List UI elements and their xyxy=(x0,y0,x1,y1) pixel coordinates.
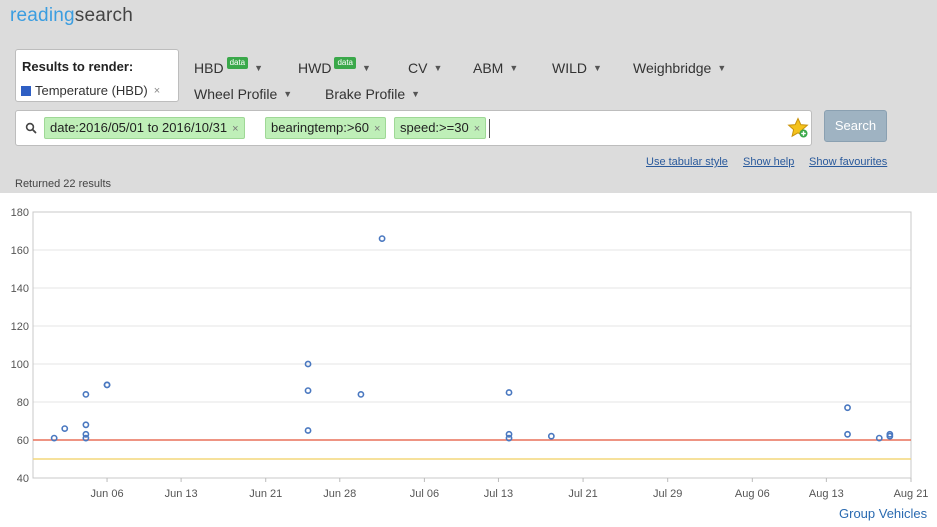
chevron-down-icon: ▼ xyxy=(362,63,371,73)
header-panel: readingsearch Results to render: Tempera… xyxy=(0,0,937,193)
y-tick-label: 60 xyxy=(17,435,29,447)
group-vehicles-link[interactable]: Group Vehicles xyxy=(839,506,927,521)
x-tick-label: Jun 28 xyxy=(323,488,356,500)
search-tag-speed[interactable]: speed:>=30 × xyxy=(394,117,487,139)
y-tick-label: 80 xyxy=(17,397,29,409)
search-tag-date[interactable]: date:2016/05/01 to 2016/10/31 × xyxy=(44,117,245,139)
data-point xyxy=(103,381,111,389)
plot-frame xyxy=(32,211,912,479)
menu-hbd[interactable]: HBD data ▼ xyxy=(194,57,264,76)
x-tick-label: Jul 13 xyxy=(484,488,513,500)
menu-wild[interactable]: WILD ▼ xyxy=(552,60,602,76)
data-point xyxy=(875,434,883,442)
menu-cv[interactable]: CV ▼ xyxy=(408,60,442,76)
use-tabular-style-link[interactable]: Use tabular style xyxy=(646,156,728,168)
data-point xyxy=(50,434,58,442)
x-tick-label: Jul 21 xyxy=(568,488,597,500)
chevron-down-icon: ▼ xyxy=(433,63,443,73)
render-item-label: Temperature (HBD) xyxy=(35,83,148,98)
data-point xyxy=(547,432,555,440)
x-tick-label: Jun 21 xyxy=(249,488,282,500)
menu-weighbridge[interactable]: Weighbridge ▼ xyxy=(633,60,726,76)
remove-tag-icon[interactable]: × xyxy=(374,123,380,135)
logo-text-part2: search xyxy=(74,5,134,26)
data-point xyxy=(82,434,90,442)
chevron-down-icon: ▼ xyxy=(254,63,264,73)
x-tick-label: Aug 13 xyxy=(809,488,844,500)
chevron-down-icon: ▼ xyxy=(411,89,421,99)
data-point xyxy=(505,389,513,396)
remove-render-item-icon[interactable]: × xyxy=(154,85,160,97)
results-to-render-box: Results to render: Temperature (HBD) × xyxy=(15,49,179,102)
show-favourites-link[interactable]: Show favourites xyxy=(809,156,887,168)
render-item-temperature: Temperature (HBD) × xyxy=(21,83,160,98)
x-tick-label: Jul 06 xyxy=(410,488,439,500)
data-point xyxy=(505,434,513,442)
data-point xyxy=(82,390,90,398)
y-tick-label: 160 xyxy=(11,245,29,257)
search-bar[interactable]: date:2016/05/01 to 2016/10/31 × bearingte… xyxy=(15,110,812,146)
app-logo[interactable]: readingsearch xyxy=(10,5,133,27)
menu-wheel-profile[interactable]: Wheel Profile ▼ xyxy=(194,86,292,102)
data-badge: data xyxy=(334,57,357,69)
logo-text-part1: reading xyxy=(10,5,75,26)
search-tag-bearingtemp[interactable]: bearingtemp:>60 × xyxy=(265,117,387,139)
chevron-down-icon: ▼ xyxy=(593,63,602,73)
series-color-swatch xyxy=(21,85,31,96)
render-box-title: Results to render: xyxy=(22,59,134,74)
results-count: Returned 22 results xyxy=(15,178,111,190)
x-tick-label: Aug 06 xyxy=(735,488,770,500)
search-icon xyxy=(25,122,37,134)
x-tick-label: Jun 13 xyxy=(165,488,198,500)
data-point xyxy=(61,425,69,432)
search-button[interactable]: Search xyxy=(824,110,887,142)
scatter-chart: 40 60 80 100 120 140 160 180 Jun 06 Jun 13 Jun 21 J… xyxy=(11,207,929,500)
y-tick-label: 120 xyxy=(11,321,29,333)
chevron-down-icon: ▼ xyxy=(283,89,293,99)
remove-tag-icon[interactable]: × xyxy=(474,123,480,135)
menu-abm[interactable]: ABM ▼ xyxy=(473,60,518,76)
y-tick-label: 100 xyxy=(11,359,29,371)
data-point xyxy=(304,387,312,394)
data-point xyxy=(844,430,851,438)
data-point xyxy=(82,421,90,429)
data-point xyxy=(378,235,386,242)
data-badge: data xyxy=(226,57,249,69)
data-point xyxy=(844,404,851,412)
chevron-down-icon: ▼ xyxy=(509,63,519,73)
menu-brake-profile[interactable]: Brake Profile ▼ xyxy=(325,86,420,102)
remove-tag-icon[interactable]: × xyxy=(232,123,238,135)
add-favourite-star-icon[interactable] xyxy=(787,117,809,139)
y-tick-label: 180 xyxy=(11,207,29,219)
data-point xyxy=(304,427,312,434)
y-tick-label: 140 xyxy=(11,283,29,295)
text-cursor xyxy=(489,119,490,138)
x-tick-label: Jun 06 xyxy=(91,488,124,500)
data-point xyxy=(357,390,365,398)
x-tick-label: Aug 21 xyxy=(894,488,929,500)
show-help-link[interactable]: Show help xyxy=(743,156,794,168)
y-tick-label: 40 xyxy=(17,473,29,485)
menu-hwd[interactable]: HWD data ▼ xyxy=(298,57,371,76)
x-tick-label: Jul 29 xyxy=(653,488,682,500)
chevron-down-icon: ▼ xyxy=(717,63,727,73)
